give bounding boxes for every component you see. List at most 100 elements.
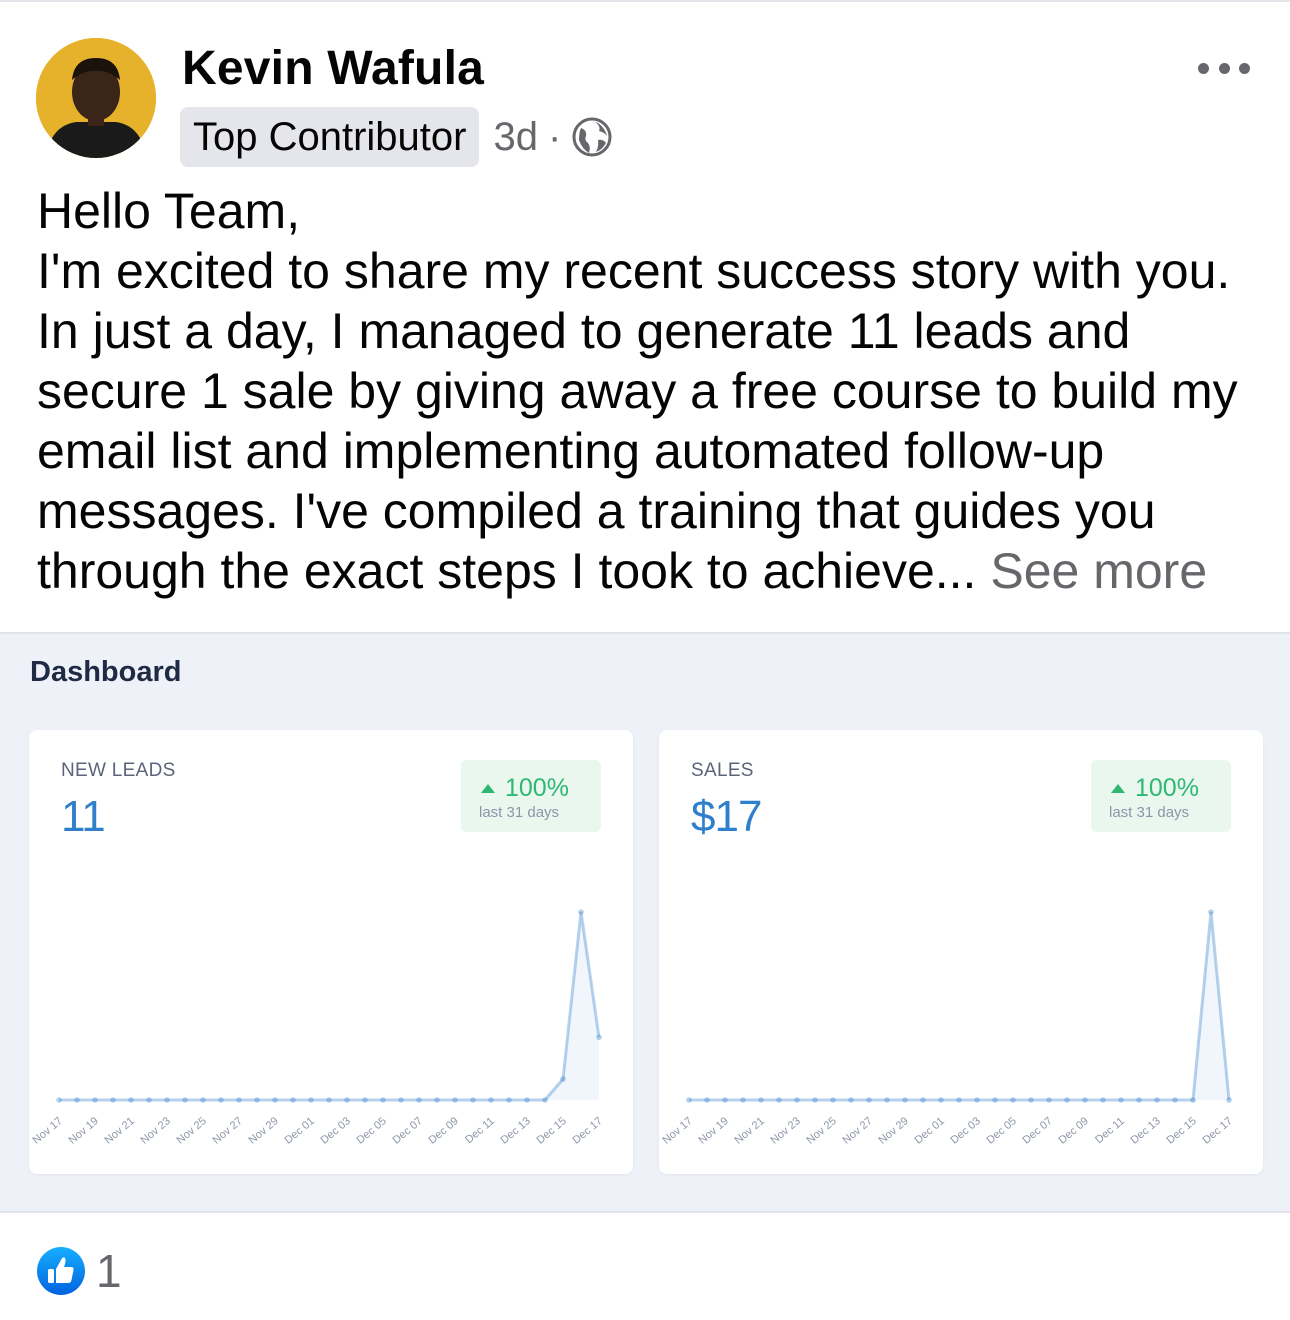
chart-point xyxy=(308,1097,314,1103)
card-label: SALES xyxy=(691,760,754,781)
card-value: 11 xyxy=(61,792,106,841)
more-dot-icon xyxy=(1218,62,1230,74)
x-tick-label: Dec 13 xyxy=(1129,1115,1163,1147)
x-tick-label: Nov 23 xyxy=(769,1115,803,1147)
x-tick-label: Dec 11 xyxy=(463,1115,497,1146)
x-tick-label: Dec 05 xyxy=(355,1115,389,1147)
x-tick-label: Dec 13 xyxy=(499,1115,533,1147)
chart-point xyxy=(74,1097,80,1103)
x-tick-label: Dec 09 xyxy=(1057,1115,1091,1147)
chart-point xyxy=(884,1097,890,1103)
chart-point xyxy=(524,1097,530,1103)
chart-point xyxy=(776,1097,782,1103)
top-divider xyxy=(0,0,1290,2)
chart-point xyxy=(56,1097,62,1103)
chart-point xyxy=(1082,1097,1088,1103)
chart-point xyxy=(1046,1097,1052,1103)
x-tick-label: Nov 27 xyxy=(841,1115,875,1147)
chart-point xyxy=(200,1097,206,1103)
x-tick-label: Dec 01 xyxy=(913,1115,947,1147)
x-tick-label: Nov 17 xyxy=(661,1115,695,1147)
x-tick-label: Nov 21 xyxy=(103,1115,137,1147)
author-name[interactable]: Kevin Wafula xyxy=(182,40,484,98)
change-percent: 100% xyxy=(481,774,569,803)
chart-point xyxy=(398,1097,404,1103)
change-period: last 31 days xyxy=(1109,804,1190,821)
chart-point xyxy=(722,1097,728,1103)
top-contributor-badge[interactable]: Top Contributor xyxy=(180,107,480,167)
reactions-summary[interactable]: 1 xyxy=(36,1245,122,1297)
post-body: I'm excited to share my recent success s… xyxy=(37,241,1277,601)
more-dot-icon xyxy=(1239,62,1250,74)
x-tick-label: Nov 29 xyxy=(877,1115,911,1147)
chart-point xyxy=(218,1097,224,1103)
see-more-link[interactable]: See more xyxy=(990,543,1207,599)
chart-point xyxy=(956,1097,962,1103)
x-tick-label: Nov 25 xyxy=(175,1115,209,1147)
change-period: last 31 days xyxy=(479,804,560,821)
avatar[interactable] xyxy=(36,38,156,158)
chart-point xyxy=(686,1097,692,1103)
chart-point xyxy=(1010,1097,1016,1103)
change-value: 100% xyxy=(505,774,569,802)
chart-point xyxy=(110,1097,116,1103)
chart-point xyxy=(344,1097,350,1103)
chart-point xyxy=(902,1097,908,1103)
x-tick-label: Dec 07 xyxy=(1021,1115,1055,1147)
x-tick-label: Nov 17 xyxy=(31,1115,65,1147)
x-tick-label: Nov 27 xyxy=(211,1115,245,1147)
new-leads-card: Nov 17 Nov 19 Nov 21 Nov 23 Nov 25 Nov 27 Nov … xyxy=(29,730,633,1174)
chart-point xyxy=(1226,1097,1232,1103)
x-tick-label: Nov 23 xyxy=(139,1115,173,1147)
sales-card: Nov 17 Nov 19 Nov 21 Nov 23 Nov 25 Nov 27 Nov … xyxy=(659,730,1263,1174)
post-greeting: Hello Team, xyxy=(37,183,301,239)
x-tick-label: Dec 05 xyxy=(985,1115,1019,1147)
chart-point xyxy=(704,1097,710,1103)
x-tick-label: Dec 17 xyxy=(571,1115,605,1147)
chart-point xyxy=(740,1097,746,1103)
more-dot-icon xyxy=(1198,62,1209,74)
post-timestamp[interactable]: 3d xyxy=(493,115,538,160)
chart-point xyxy=(1100,1097,1106,1103)
chart-point xyxy=(920,1097,926,1103)
chart-point xyxy=(758,1097,764,1103)
more-options-button[interactable] xyxy=(1198,56,1250,80)
chart-point xyxy=(938,1097,944,1103)
chart-point xyxy=(1064,1097,1070,1103)
chart-line xyxy=(689,911,1231,1102)
chart-line xyxy=(59,911,601,1102)
chart-point xyxy=(272,1097,278,1103)
arrow-up-icon xyxy=(1111,784,1125,793)
chart-point xyxy=(362,1097,368,1103)
chart-point xyxy=(866,1097,872,1103)
like-icon xyxy=(37,1247,85,1295)
chart-point xyxy=(290,1097,296,1103)
like-count: 1 xyxy=(96,1245,122,1297)
chart-point xyxy=(416,1097,422,1103)
chart-point xyxy=(506,1097,512,1103)
chart-point xyxy=(974,1097,980,1103)
globe-icon[interactable] xyxy=(571,116,613,158)
chart-point xyxy=(1172,1097,1178,1103)
chart-point xyxy=(254,1097,260,1103)
chart-point xyxy=(146,1097,152,1103)
x-tick-label: Nov 29 xyxy=(247,1115,281,1147)
dashboard-attachment[interactable]: Dashboard Nov 17 Nov 19 Nov 21 Nov 23 Nov 25… xyxy=(0,632,1290,1213)
x-tick-label: Dec 03 xyxy=(319,1115,353,1147)
x-tick-label: Dec 17 xyxy=(1201,1115,1235,1147)
post-meta: Top Contributor 3d · xyxy=(180,107,613,167)
chart-point xyxy=(812,1097,818,1103)
chart-point xyxy=(992,1097,998,1103)
chart-point xyxy=(830,1097,836,1103)
chart-point xyxy=(470,1097,476,1103)
chart-point xyxy=(452,1097,458,1103)
change-value: 100% xyxy=(1135,774,1199,802)
x-tick-label: Dec 11 xyxy=(1093,1115,1127,1146)
change-badge: 100% last 31 days xyxy=(1091,760,1231,832)
chart-point xyxy=(1154,1097,1160,1103)
x-tick-label: Nov 21 xyxy=(733,1115,767,1147)
chart-point xyxy=(488,1097,494,1103)
x-tick-label: Nov 19 xyxy=(67,1115,101,1147)
chart-point xyxy=(1208,909,1214,915)
x-tick-label: Dec 03 xyxy=(949,1115,983,1147)
